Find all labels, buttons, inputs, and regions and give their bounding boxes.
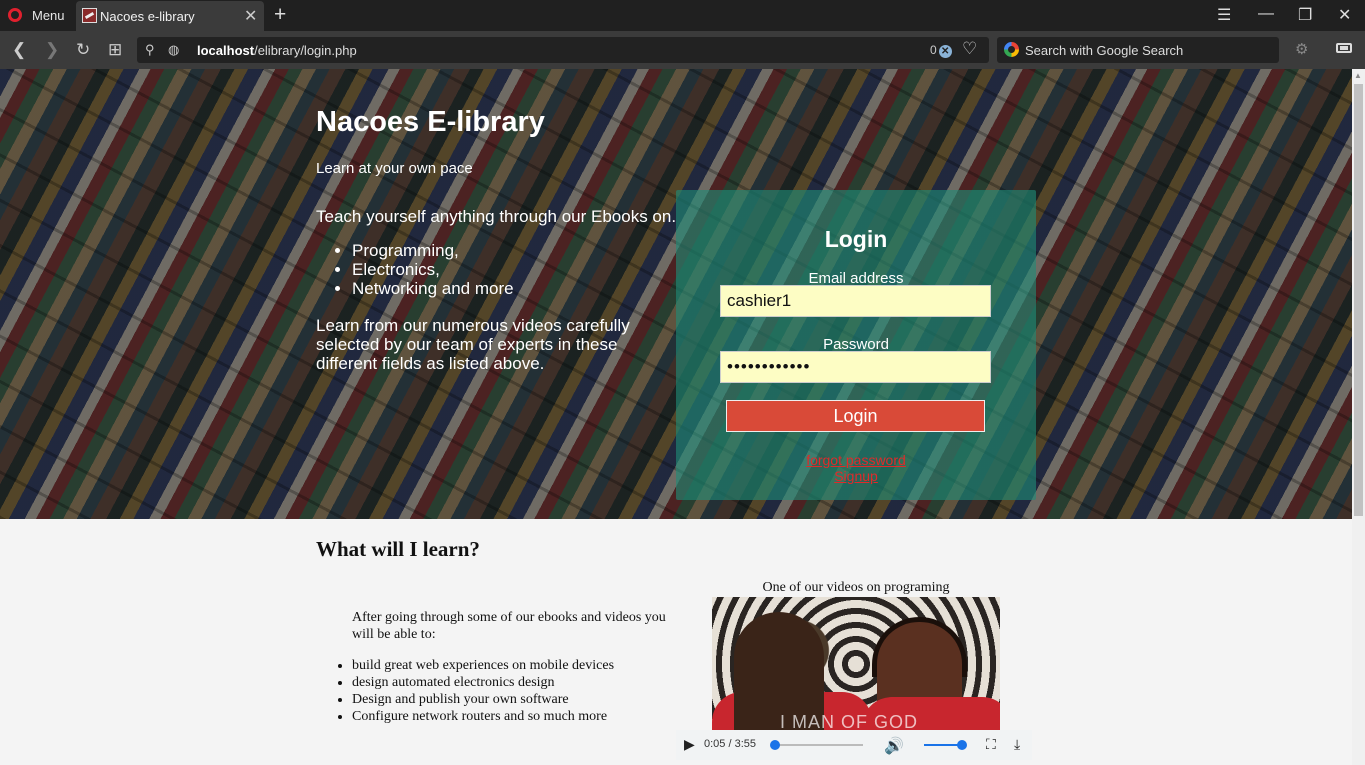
video-player[interactable]: I MAN OF GOD [712, 597, 1000, 731]
opera-logo-icon [8, 8, 22, 22]
browser-tab[interactable]: Nacoes e-library ✕ [76, 1, 264, 31]
video-caption: One of our videos on programing [762, 580, 950, 595]
search-placeholder: Search with Google Search [1025, 43, 1184, 58]
page-scrollbar[interactable]: ▲ [1352, 69, 1365, 765]
tab-title: Nacoes e-library [100, 9, 195, 24]
intro-text: Teach yourself anything through our Eboo… [316, 207, 677, 226]
browser-tab-bar: Menu Nacoes e-library ✕ + ☰ — ❐ ✕ [0, 0, 1365, 31]
adblock-icon: ✕ [938, 45, 952, 58]
volume-icon[interactable]: 🔊 [884, 736, 904, 756]
security-icon[interactable]: ⚲ [145, 42, 155, 58]
minimize-icon[interactable]: — [1258, 5, 1274, 23]
topic-list: Programming, Electronics, Networking and… [316, 241, 514, 298]
browser-menu-button[interactable]: Menu [0, 0, 75, 31]
hero-section: Nacoes E-library Learn at your own pace … [0, 69, 1352, 519]
globe-icon: ◍ [168, 42, 180, 57]
restore-icon[interactable]: ❐ [1298, 5, 1312, 25]
browser-search-field[interactable]: Search with Google Search [997, 37, 1279, 63]
video-progress-knob[interactable] [769, 740, 780, 750]
play-icon[interactable]: ▶ [684, 736, 695, 753]
video-overlay-text: I MAN OF GOD [780, 712, 918, 731]
learn-section-title: What will I learn? [316, 537, 480, 561]
browser-menu-label: Menu [32, 8, 65, 23]
adblock-count: 0 [930, 43, 937, 57]
adblock-indicator[interactable]: 0 ✕ [930, 43, 952, 58]
topic-item: Programming, [352, 241, 514, 260]
learn-item: design automated electronics design [352, 674, 614, 691]
speed-dial-icon[interactable]: ⊞ [108, 40, 122, 60]
login-panel: Login Email address Password Login forgo… [676, 190, 1036, 500]
reload-icon[interactable]: ↻ [76, 40, 90, 60]
google-icon [1004, 42, 1019, 57]
video-progress-bar[interactable] [769, 740, 863, 750]
topic-item: Electronics, [352, 260, 514, 279]
url-path: /elibrary/login.php [254, 43, 357, 58]
new-tab-icon[interactable]: + [274, 3, 286, 27]
forgot-password-link[interactable]: forgot password [676, 452, 1036, 468]
login-button[interactable]: Login [726, 400, 985, 432]
tab-close-icon[interactable]: ✕ [244, 6, 257, 26]
learn-list: build great web experiences on mobile de… [316, 657, 614, 725]
learn-item: Configure network routers and so much mo… [352, 708, 614, 725]
learn-item: build great web experiences on mobile de… [352, 657, 614, 674]
login-heading: Login [824, 226, 888, 252]
tab-menu-icon[interactable]: ☰ [1217, 5, 1231, 25]
url-field[interactable]: ⚲ ◍ localhost/elibrary/login.php 0 ✕ ♡ [137, 37, 989, 63]
forward-icon[interactable]: ❯ [45, 40, 59, 60]
browser-address-bar: ❮ ❯ ↻ ⊞ ⚲ ◍ localhost/elibrary/login.php… [0, 31, 1365, 69]
videos-text: Learn from our numerous videos carefully… [316, 316, 630, 373]
fullscreen-icon[interactable]: ⛶ [986, 736, 996, 753]
back-icon[interactable]: ❮ [12, 40, 26, 60]
volume-slider[interactable] [924, 740, 967, 750]
scroll-thumb[interactable] [1354, 84, 1363, 516]
learn-item: Design and publish your own software [352, 691, 614, 708]
book-favicon-icon [82, 8, 97, 23]
bookmark-heart-icon[interactable]: ♡ [962, 39, 977, 59]
scroll-up-icon[interactable]: ▲ [1354, 71, 1362, 80]
signup-link[interactable]: Signup [676, 468, 1036, 484]
window-close-icon[interactable]: ✕ [1338, 5, 1351, 25]
tagline: Learn at your own pace [316, 160, 473, 177]
volume-knob[interactable] [957, 740, 967, 750]
password-field[interactable] [720, 351, 991, 383]
email-field[interactable] [720, 285, 991, 317]
extensions-icon[interactable]: ⚙ [1295, 40, 1308, 58]
video-time: 0:05 / 3:55 [704, 738, 756, 750]
url-host: localhost [197, 43, 255, 58]
topic-item: Networking and more [352, 279, 514, 298]
download-icon[interactable]: ⤓ [1014, 736, 1020, 753]
learn-intro: After going through some of our ebooks a… [352, 610, 666, 642]
video-controls: ▶ 0:05 / 3:55 🔊 ⛶ ⤓ [676, 730, 1032, 760]
site-title: Nacoes E-library [316, 106, 545, 138]
battery-icon[interactable] [1336, 43, 1352, 53]
url-text: localhost/elibrary/login.php [197, 43, 357, 58]
